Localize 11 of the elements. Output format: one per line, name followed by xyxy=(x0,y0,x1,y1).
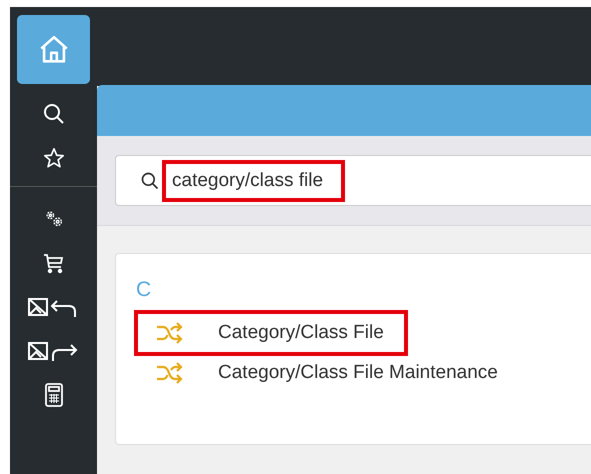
cart-icon xyxy=(42,251,66,275)
search-field[interactable]: category/class file xyxy=(115,155,591,206)
search-icon xyxy=(140,170,160,190)
search-icon xyxy=(42,102,66,126)
star-icon xyxy=(42,147,64,169)
result-item[interactable]: Category/Class File xyxy=(134,310,408,356)
shuffle-icon xyxy=(156,322,184,344)
group-letter: C xyxy=(136,278,152,302)
search-value: category/class file xyxy=(162,160,346,202)
calculator-icon xyxy=(44,383,64,407)
shuffle-icon xyxy=(156,362,184,384)
